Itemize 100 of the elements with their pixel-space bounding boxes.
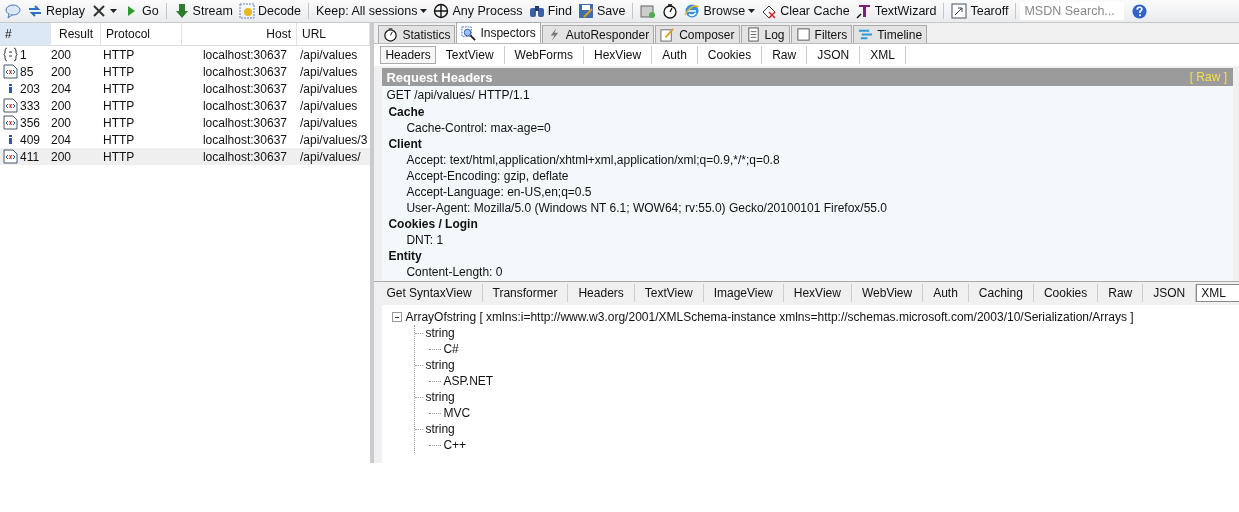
toolbar-button[interactable]: Any Process — [430, 1, 526, 21]
toolbar-button[interactable]: Browse — [681, 1, 759, 21]
tree-node[interactable]: string — [425, 358, 455, 372]
down-arrow-icon — [173, 3, 190, 19]
tab[interactable]: Raw — [762, 46, 808, 64]
toolbar-button[interactable]: Clear Cache — [758, 1, 853, 21]
session-row[interactable]: 411 200 HTTP localhost:30637 /api/values/ — [0, 148, 371, 165]
toolbar-button[interactable]: TextWizard — [852, 1, 940, 21]
column-header[interactable]: Host — [182, 23, 297, 45]
tab[interactable]: Composer — [655, 25, 740, 43]
tab[interactable]: Headers — [380, 46, 436, 64]
table-cell-text: /api/values — [299, 115, 359, 130]
tab[interactable]: JSON — [807, 46, 861, 64]
tree-node[interactable]: C# — [443, 342, 459, 356]
letter-t-icon — [855, 3, 872, 19]
tab[interactable]: HexView — [584, 46, 653, 64]
magnifier-icon — [461, 25, 477, 41]
table-cell: 356 — [20, 115, 41, 130]
table-cell-text: HTTP — [102, 47, 136, 62]
tab[interactable]: Headers — [568, 284, 635, 302]
toolbar-button[interactable]: Decode — [235, 1, 304, 21]
table-cell-text: /api/values — [299, 64, 359, 79]
table-cell: 85 — [20, 64, 34, 79]
tab[interactable]: HexView — [783, 284, 852, 302]
table-cell: 409 — [20, 132, 41, 147]
toolbar-button[interactable]: Stream — [170, 1, 236, 21]
session-row[interactable]: 85 200 HTTP localhost:30637 /api/values — [0, 63, 371, 80]
arrows-icon — [27, 3, 43, 19]
speech-bubble-icon — [5, 3, 21, 19]
tab[interactable]: WebView — [851, 284, 924, 302]
table-cell-text: localhost:30637 — [201, 98, 288, 113]
tab[interactable]: Log — [740, 25, 790, 43]
toolbar-button[interactable]: Replay — [24, 1, 88, 21]
header-line: Cache-Control: max-age=0 — [405, 120, 552, 136]
tab[interactable]: TextView — [435, 46, 505, 64]
column-header[interactable]: URL — [297, 23, 371, 45]
section-title: Request Headers — [386, 69, 493, 85]
column-header[interactable]: Result — [51, 23, 101, 45]
table-cell-text: 204 — [50, 81, 73, 96]
session-row[interactable]: 1 200 HTTP localhost:30637 /api/values — [0, 46, 371, 63]
tab[interactable]: Get SyntaxView — [376, 284, 483, 302]
stopwatch-icon — [662, 3, 679, 19]
tab[interactable]: Statistics — [378, 25, 456, 43]
tree-node[interactable]: string — [425, 390, 455, 404]
tree-node[interactable]: C++ — [443, 438, 467, 452]
table-cell-text: 200 — [50, 98, 73, 113]
tab[interactable]: XML — [860, 46, 906, 64]
table-cell-text: 200 — [50, 115, 73, 130]
tab[interactable]: Auth — [923, 284, 969, 302]
tree-node[interactable]: string — [425, 326, 455, 340]
table-cell-text: /api/values — [299, 81, 359, 96]
tab[interactable]: Transformer — [482, 284, 569, 302]
table-cell-text: localhost:30637 — [201, 115, 288, 130]
table-cell-text: /api/values — [299, 47, 359, 62]
tab[interactable]: Auth — [652, 46, 698, 64]
column-header[interactable]: Protocol — [101, 23, 182, 45]
collapse-icon[interactable] — [392, 312, 403, 322]
close-icon — [90, 3, 107, 19]
column-header[interactable]: # — [0, 23, 51, 45]
tab[interactable]: XML — [1196, 284, 1239, 302]
table-cell: 411 — [20, 149, 40, 164]
tree-node[interactable]: string — [425, 422, 455, 436]
table-cell-text: localhost:30637 — [201, 132, 288, 147]
toolbar-button[interactable]: Keep: All sessions — [313, 1, 431, 21]
tab[interactable]: Raw — [1098, 284, 1144, 302]
tree-node[interactable]: ArrayOfstring [ xmlns:i=http://www.w3.org/2001/XMLSchema-instance xmlns=http://schemas.microsoft.com/2003/10/Serialization/Arrays ] — [405, 310, 1134, 324]
table-cell-text: /api/values/ — [299, 149, 362, 164]
table-cell-text: HTTP — [102, 149, 136, 164]
tab[interactable]: ImageView — [703, 284, 784, 302]
tab[interactable]: Cookies — [1033, 284, 1099, 302]
session-row[interactable]: 356 200 HTTP localhost:30637 /api/values — [0, 114, 371, 131]
tab[interactable]: Inspectors — [456, 22, 541, 43]
toolbar-button[interactable]: Save — [574, 1, 629, 21]
tree-node[interactable]: ASP.NET — [443, 374, 494, 388]
tab[interactable]: TextView — [634, 284, 704, 302]
session-row[interactable]: 409 204 HTTP localhost:30637 /api/values/3 — [0, 131, 371, 148]
table-cell-text: 204 — [50, 132, 73, 147]
binoculars-icon — [528, 3, 545, 19]
xml-file-icon — [3, 149, 18, 164]
tab[interactable]: Filters — [790, 25, 853, 43]
session-row[interactable]: 333 200 HTTP localhost:30637 /api/values — [0, 97, 371, 114]
toolbar-button[interactable]: Go — [119, 1, 162, 21]
tab[interactable]: Timeline — [853, 25, 928, 43]
table-cell-text: /api/values/3 — [299, 132, 369, 147]
tab[interactable]: WebForms — [504, 46, 584, 64]
tab[interactable]: AutoResponder — [541, 25, 655, 43]
header-group-title: Entity — [387, 248, 423, 264]
table-cell-text: HTTP — [102, 132, 136, 147]
session-row[interactable]: 203 204 HTTP localhost:30637 /api/values — [0, 80, 371, 97]
help-icon[interactable] — [1132, 3, 1148, 19]
table-cell-text: localhost:30637 — [201, 81, 288, 96]
toolbar-button[interactable]: Find — [525, 1, 575, 21]
search-field[interactable]: MSDN Search... — [1020, 2, 1125, 20]
toolbar-button[interactable]: Tearoff — [948, 1, 1012, 21]
table-cell-text: /api/values — [299, 98, 359, 113]
tree-node[interactable]: MVC — [443, 406, 471, 420]
tab[interactable]: Caching — [968, 284, 1034, 302]
globe-icon — [684, 3, 701, 19]
tab[interactable]: Cookies — [697, 46, 763, 64]
table-cell: 1 — [20, 47, 27, 62]
